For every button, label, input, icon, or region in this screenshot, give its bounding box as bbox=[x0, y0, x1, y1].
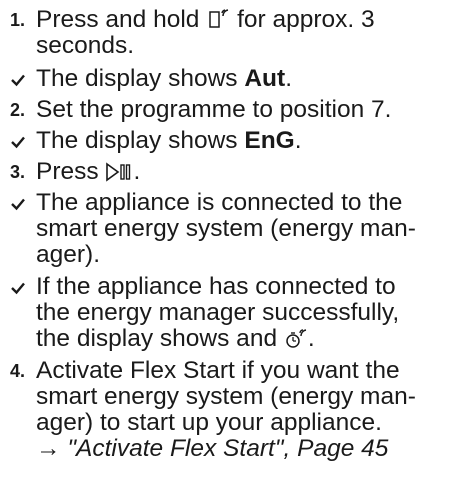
check-icon bbox=[11, 198, 25, 211]
step-text: Activate Flex Start if you want the smar… bbox=[36, 358, 471, 462]
flex-start-icon bbox=[284, 327, 308, 355]
step-text: Press . bbox=[36, 159, 471, 188]
check-icon bbox=[11, 282, 25, 295]
step-number: 2. bbox=[10, 100, 26, 120]
instruction-list: 1. Press and hold for approx. 3 seconds. bbox=[0, 0, 475, 488]
start-pause-icon bbox=[105, 162, 133, 188]
step-number: 4. bbox=[10, 361, 26, 381]
step-text: Set the programme to position 7. bbox=[36, 96, 392, 123]
remote-start-icon bbox=[206, 8, 230, 36]
arrow-icon: → bbox=[36, 435, 61, 462]
check-icon bbox=[11, 136, 25, 149]
check-icon bbox=[11, 74, 25, 87]
cross-reference-link[interactable]: → "Activate Flex Start", Page 45 bbox=[36, 436, 471, 462]
step-number: 3. bbox=[10, 162, 26, 182]
step-text: Press and hold for approx. 3 seconds. bbox=[36, 6, 375, 59]
step-number: 1. bbox=[10, 10, 26, 30]
